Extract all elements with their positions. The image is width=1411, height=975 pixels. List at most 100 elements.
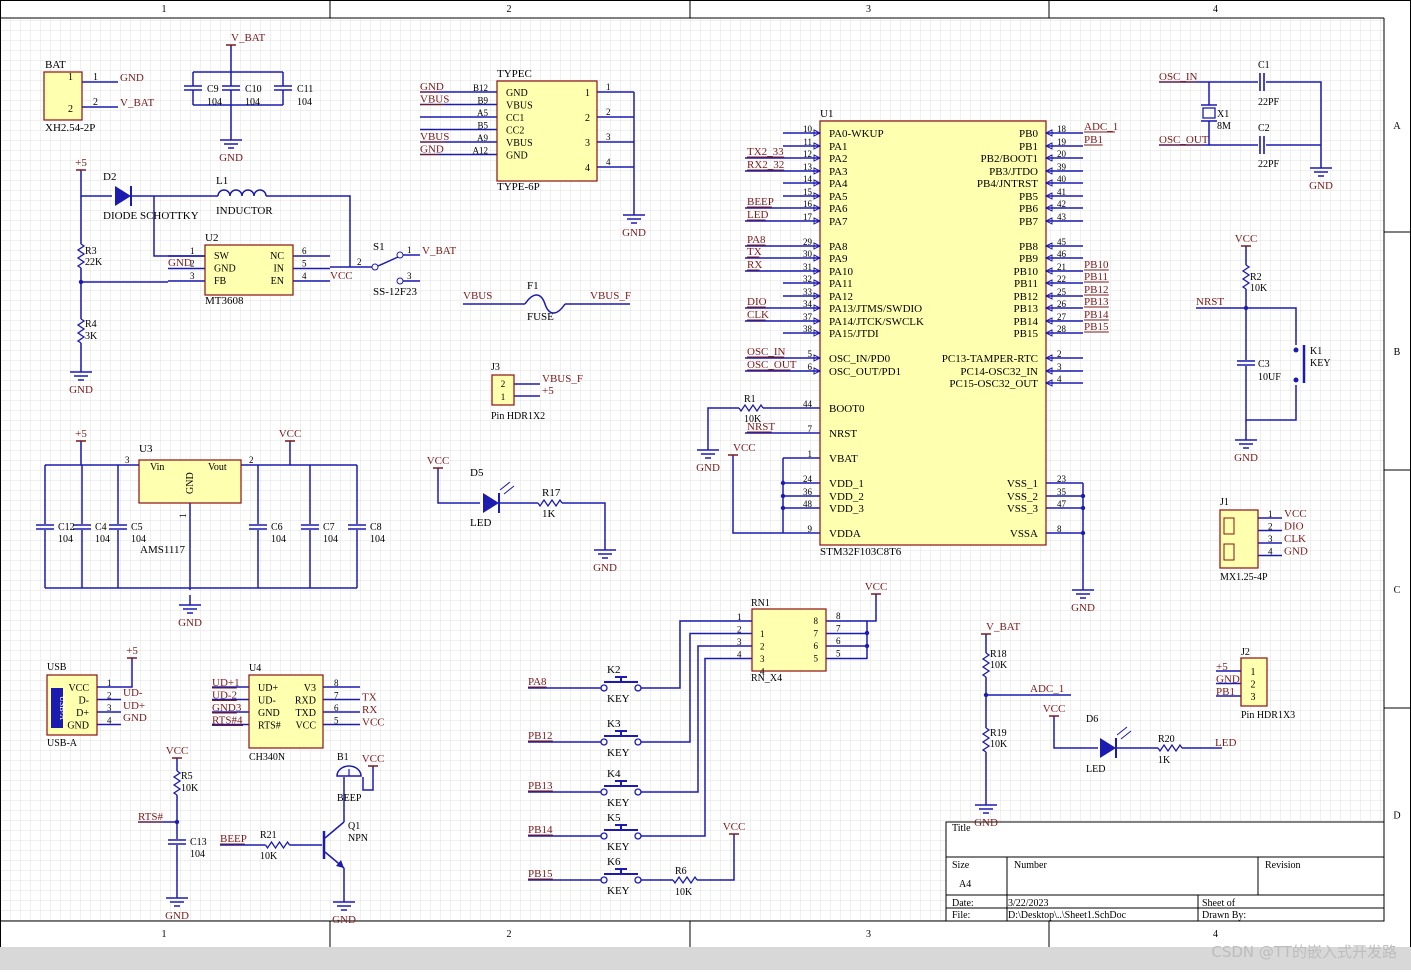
junction	[780, 493, 786, 499]
label: C2	[1258, 123, 1270, 134]
net-label: VBUS	[420, 94, 449, 106]
key-value: KEY	[607, 797, 630, 809]
gnd-label: GND	[332, 914, 356, 926]
label: X1	[1217, 109, 1229, 120]
frame-column-bottom: 1	[162, 929, 167, 940]
net-label: DIO	[1284, 521, 1304, 533]
tb-date: 3/22/2023	[1008, 898, 1049, 909]
net-label: OSC_OUT	[1159, 134, 1209, 146]
label: GND	[506, 151, 528, 162]
frame-column-top: 4	[1213, 4, 1218, 15]
junction	[780, 505, 786, 511]
label: U2	[205, 232, 218, 244]
label: PB9	[1019, 253, 1038, 265]
net-label: +5	[542, 385, 554, 397]
label: 1K	[1158, 755, 1171, 766]
net-label: RX2_32	[747, 159, 784, 171]
power-label: VCC	[427, 455, 450, 467]
label: 10K	[675, 887, 693, 898]
label: C6	[271, 522, 283, 533]
label: B1	[337, 752, 349, 763]
net-label: OSC_IN	[747, 346, 786, 358]
gnd-label: GND	[69, 384, 93, 396]
net-label: UD-2	[212, 690, 237, 702]
net-label: GND	[120, 72, 144, 84]
label: 10K	[990, 660, 1008, 671]
label: R17	[542, 487, 561, 499]
label: 30	[803, 249, 813, 259]
label: 1	[760, 629, 765, 639]
label: B12	[473, 83, 488, 93]
label: 46	[1057, 249, 1067, 259]
label: GND	[258, 708, 280, 719]
gnd-label: GND	[1071, 602, 1095, 614]
net-label: V_BAT	[422, 245, 457, 257]
net-label: VBUS	[420, 131, 449, 143]
label: 3K	[85, 331, 98, 342]
gnd-label: GND	[1309, 180, 1333, 192]
power-label: +5	[75, 428, 87, 440]
label: GND	[506, 88, 528, 99]
power-label: VCC	[1043, 703, 1066, 715]
label: IN	[273, 264, 284, 275]
label: 5	[836, 649, 841, 659]
label: 10K	[181, 783, 199, 794]
label: SW	[214, 251, 230, 262]
label: 32	[803, 274, 812, 284]
label: 3	[606, 132, 611, 142]
label: 4	[302, 271, 307, 281]
label: PC15-OSC32_OUT	[949, 378, 1038, 390]
label: 1	[1268, 509, 1273, 519]
label: 13	[803, 162, 813, 172]
gnd-label: GND	[178, 617, 202, 629]
label: PA2	[829, 153, 848, 165]
net-label: LED	[1215, 737, 1236, 749]
label: 1	[407, 245, 412, 255]
label: 8	[334, 678, 339, 688]
k1-contact	[1293, 377, 1299, 383]
gnd-label: GND	[593, 562, 617, 574]
net-label: UD-	[123, 687, 143, 699]
label: 7	[808, 424, 813, 434]
net-label: PB1	[1084, 134, 1103, 146]
power-label: VCC	[723, 821, 746, 833]
label: 3	[1251, 692, 1256, 703]
label: 104	[271, 534, 286, 545]
label: A12	[473, 146, 489, 156]
label: 5	[814, 654, 819, 664]
net-label: PB15	[1084, 321, 1109, 333]
frame-column-top: 3	[866, 4, 871, 15]
label: 5	[334, 716, 339, 726]
label: PA1	[829, 141, 848, 153]
label: 45	[1057, 237, 1067, 247]
label: 22PF	[1258, 97, 1280, 108]
label: 3	[107, 703, 112, 713]
label: 2	[1268, 522, 1273, 532]
power-label: VCC	[1235, 233, 1258, 245]
label: RTS#	[258, 721, 281, 732]
label: DIODE SCHOTTKY	[103, 210, 199, 222]
label: D2	[103, 171, 116, 183]
net-label: RTS#4	[212, 715, 243, 727]
label: NC	[270, 251, 284, 262]
label: LED	[1086, 764, 1105, 775]
label: PB4/JNTRST	[977, 178, 1038, 190]
label: PB12	[1014, 291, 1038, 303]
tb-size-label: Size	[952, 860, 970, 871]
label: LED	[470, 517, 491, 529]
label: VBUS	[506, 138, 533, 149]
label: 8	[1057, 524, 1062, 534]
label: 3	[585, 138, 590, 149]
label: USB-A	[47, 738, 78, 749]
label: VDD_3	[829, 503, 864, 515]
label: 2	[68, 104, 73, 115]
tb-number: Number	[1014, 860, 1047, 871]
key-ref: K5	[607, 812, 621, 824]
label: 5	[302, 259, 307, 269]
net-label: PA8	[528, 676, 547, 688]
net-label: LED	[747, 209, 768, 221]
label: R6	[675, 866, 687, 877]
label: VDDA	[829, 528, 861, 540]
label: 35	[1057, 487, 1067, 497]
gnd-label: GND	[974, 817, 998, 829]
